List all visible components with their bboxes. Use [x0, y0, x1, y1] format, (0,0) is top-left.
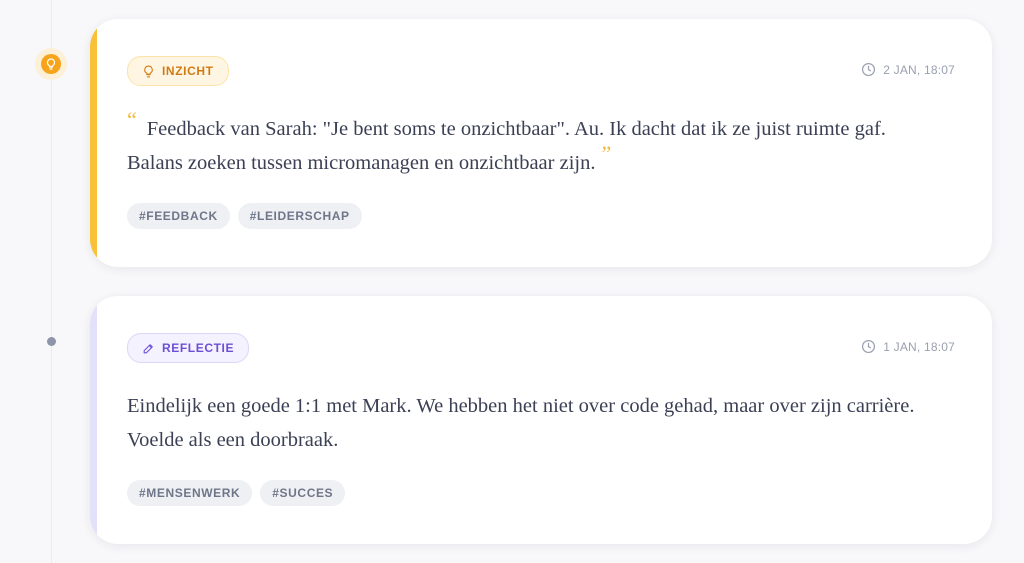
- entry-timestamp: 1 JAN, 18:07: [861, 339, 955, 354]
- entry-type-badge: REFLECTIE: [127, 333, 250, 363]
- entry-quote: “Feedback van Sarah: "Je bent soms te on…: [127, 109, 937, 180]
- timeline-marker-inzicht: [41, 54, 61, 74]
- quote-open-icon: “: [127, 107, 137, 132]
- journal-timeline: INZICHT 2 JAN, 18:07 “Feedback van Sarah…: [0, 0, 1024, 563]
- entry-timestamp-text: 1 JAN, 18:07: [883, 339, 955, 354]
- tag-chip[interactable]: #SUCCES: [260, 480, 346, 506]
- journal-entry-card[interactable]: REFLECTIE 1 JAN, 18:07 Eindelijk een goe…: [90, 296, 992, 544]
- tag-chip[interactable]: #FEEDBACK: [127, 203, 230, 229]
- quote-close-icon: ”: [601, 141, 612, 166]
- lightbulb-icon: [144, 65, 153, 77]
- lightbulb-icon: [46, 58, 56, 70]
- entry-accent-bar: [90, 296, 97, 544]
- entry-timestamp-text: 2 JAN, 18:07: [883, 62, 955, 77]
- clock-icon: [862, 62, 876, 77]
- entry-type-label: INZICHT: [162, 64, 214, 78]
- pencil-icon: [143, 343, 153, 353]
- timeline-line: [51, 0, 52, 563]
- timeline-marker-reflectie: [47, 337, 56, 346]
- entry-text: Eindelijk een goede 1:1 met Mark. We heb…: [127, 395, 915, 451]
- clock-icon: [862, 339, 876, 354]
- tag-chip[interactable]: #LEIDERSCHAP: [237, 203, 362, 229]
- entry-text: Feedback van Sarah: "Je bent soms te onz…: [127, 118, 886, 174]
- entry-type-badge: INZICHT: [127, 56, 229, 86]
- journal-entry-card[interactable]: INZICHT 2 JAN, 18:07 “Feedback van Sarah…: [90, 19, 992, 267]
- entry-timestamp: 2 JAN, 18:07: [861, 62, 955, 77]
- entry-tags: #FEEDBACK #LEIDERSCHAP: [127, 203, 362, 229]
- tag-chip[interactable]: #MENSENWERK: [127, 480, 253, 506]
- entry-accent-bar: [90, 19, 97, 267]
- entry-tags: #MENSENWERK #SUCCES: [127, 480, 346, 506]
- entry-type-label: REFLECTIE: [162, 341, 235, 355]
